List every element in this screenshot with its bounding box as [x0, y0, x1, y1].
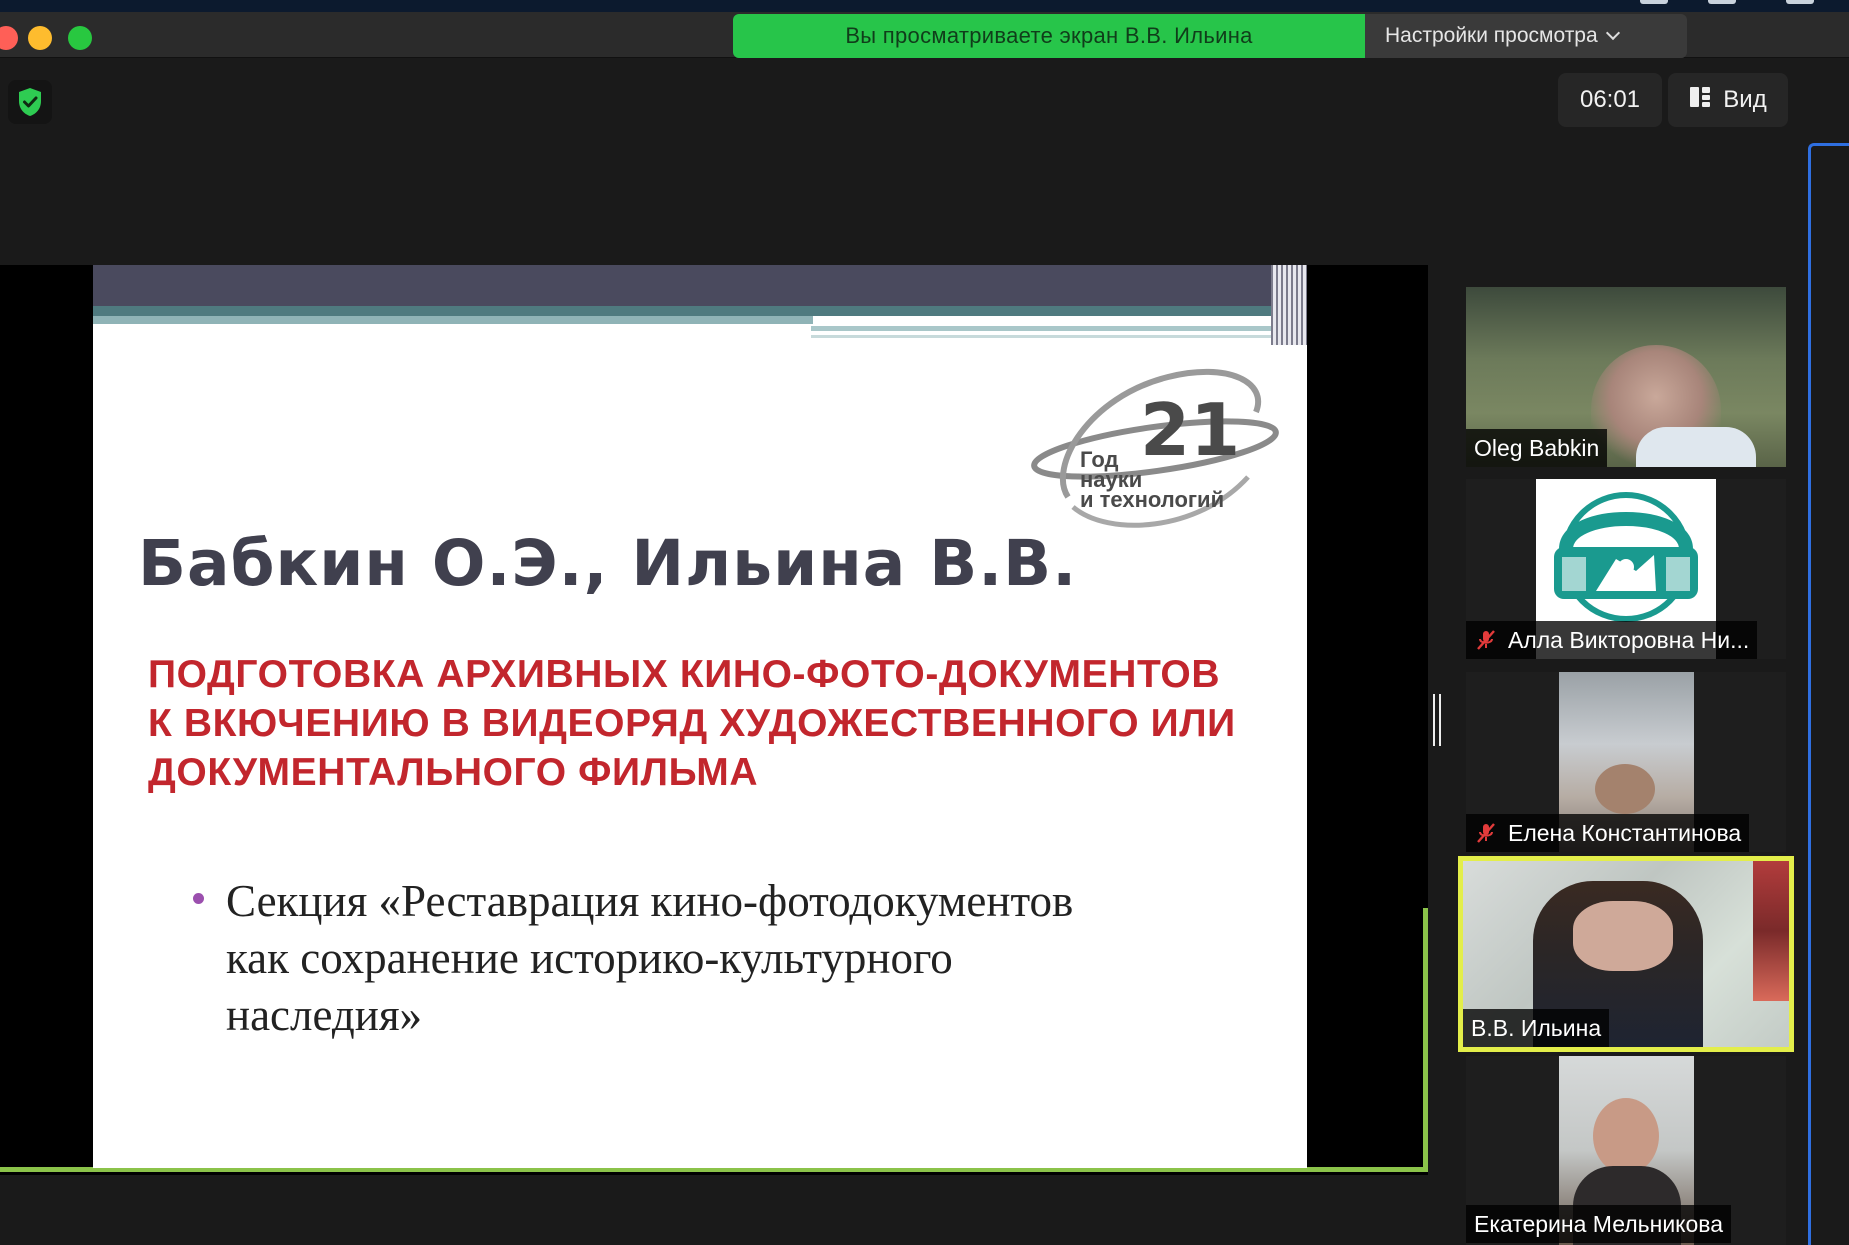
slide-header-band [93, 306, 1307, 316]
view-label: Вид [1723, 86, 1767, 113]
menubar-icon[interactable] [1640, 0, 1668, 4]
participant-name-label: Екатерина Мельникова [1466, 1205, 1732, 1243]
slide-topic-line: ПОДГОТОВКА АРХИВНЫХ КИНО-ФОТО-ДОКУМЕНТОВ [148, 653, 1221, 696]
slide-topic-line: ДОКУМЕНТАЛЬНОГО ФИЛЬМА [148, 751, 759, 794]
slide-topic-line: К ВКЮЧЕНИЮ В ВИДЕОРЯД ХУДОЖЕСТВЕННОГО ИЛ… [148, 702, 1236, 745]
slide-topic: ПОДГОТОВКА АРХИВНЫХ КИНО-ФОТО-ДОКУМЕНТОВ… [148, 650, 1288, 797]
view-options-button[interactable]: Настройки просмотра [1365, 14, 1687, 58]
menubar-icon[interactable] [1786, 0, 1814, 4]
viewing-screen-label: Вы просматриваете экран В.В. Ильина [733, 14, 1365, 58]
menubar-icon[interactable] [1708, 0, 1736, 4]
view-layout-button[interactable]: Вид [1668, 73, 1788, 127]
slide-bullet-line: наследия» [226, 990, 423, 1040]
participant-tile[interactable]: Елена Константинова [1466, 672, 1786, 852]
security-shield-icon[interactable] [8, 80, 52, 124]
participant-name: Елена Константинова [1508, 819, 1742, 846]
participant-name: Oleg Babkin [1474, 434, 1600, 461]
university-emblem-icon [1554, 492, 1698, 622]
muted-microphone-icon [1474, 821, 1498, 845]
participant-name-label: Елена Константинова [1466, 814, 1750, 852]
slide-bullet-text: Секция «Реставрация кино-фотодокументов … [226, 873, 1256, 1044]
meeting-timer: 06:01 [1558, 73, 1662, 127]
zoom-window-button[interactable] [68, 26, 92, 50]
participant-name: В.В. Ильина [1471, 1014, 1602, 1041]
active-speaker-tile[interactable]: В.В. Ильина [1458, 856, 1794, 1052]
slide-header-band [811, 335, 1307, 338]
bullet-dot-icon [193, 893, 204, 904]
side-panel-edge[interactable] [1808, 143, 1849, 1245]
slide-authors: Бабкин О.Э., Ильина В.В. [138, 527, 1078, 600]
grid-view-icon [1689, 86, 1711, 115]
participant-video [1753, 861, 1789, 1001]
participant-name-label: В.В. Ильина [1463, 1009, 1610, 1047]
slide-bullet-line: как сохранение историко-культурного [226, 933, 953, 983]
participant-tile[interactable]: Алла Викторовна Ни... [1466, 479, 1786, 659]
os-menu-strip [0, 0, 1849, 12]
logo-text: и технологий [1080, 487, 1224, 512]
participant-name-label: Алла Викторовна Ни... [1466, 621, 1758, 659]
participant-name: Алла Викторовна Ни... [1508, 626, 1750, 653]
slide-bullet-line: Секция «Реставрация кино-фотодокументов [226, 876, 1074, 926]
logo-number: 21 [1140, 388, 1240, 472]
chevron-down-icon [1605, 25, 1620, 41]
slide-header-band [93, 316, 813, 324]
participant-video [1636, 427, 1756, 467]
participant-name: Екатерина Мельникова [1474, 1210, 1724, 1237]
slide-header-band [811, 326, 1307, 331]
participant-tile[interactable]: Oleg Babkin [1466, 287, 1786, 467]
presentation-slide: 21 Год науки и технологий Бабкин О.Э., И… [93, 265, 1307, 1168]
minimize-window-button[interactable] [28, 26, 52, 50]
slide-header-band [93, 265, 1307, 306]
participant-name-label: Oleg Babkin [1466, 429, 1608, 467]
participant-tile[interactable]: Екатерина Мельникова [1466, 1056, 1786, 1245]
panel-resize-handle[interactable] [1433, 694, 1441, 746]
year-of-science-logo: 21 Год науки и технологий [1031, 368, 1279, 528]
muted-microphone-icon [1474, 628, 1498, 652]
screen-share-banner: Вы просматриваете экран В.В. Ильина Наст… [733, 14, 1687, 58]
participant-video [1573, 901, 1673, 971]
share-highlight-border [1423, 908, 1428, 1172]
view-options-label: Настройки просмотра [1385, 24, 1598, 47]
slide-decoration [1271, 265, 1307, 345]
